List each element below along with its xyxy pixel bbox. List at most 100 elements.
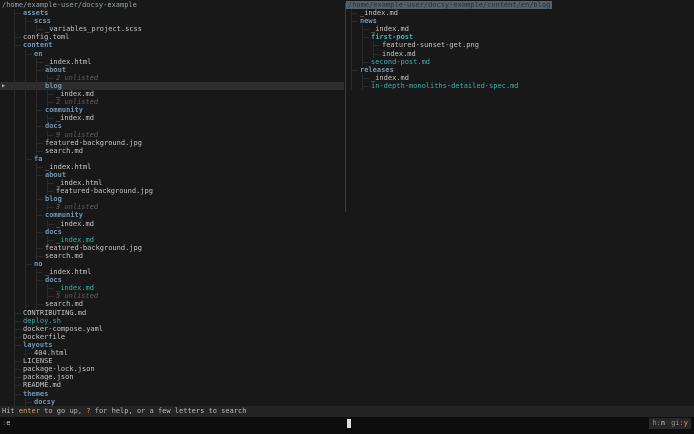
tree-guide	[25, 402, 32, 403]
tree-guide	[14, 385, 21, 386]
tree-row[interactable]: deploy.sh	[0, 317, 344, 325]
tree-row[interactable]: community	[0, 106, 344, 114]
tree-row[interactable]: news	[346, 17, 694, 25]
tree-guide	[47, 78, 54, 79]
text-cursor-icon[interactable]	[347, 419, 351, 428]
tree-row-label: layouts	[23, 341, 53, 349]
tree-row[interactable]: no	[0, 260, 344, 268]
tree-guide	[14, 195, 15, 203]
tree-row[interactable]: scss	[0, 17, 344, 25]
tree-row[interactable]: _index.md	[346, 9, 694, 17]
tree-row-label: package-lock.json	[23, 365, 95, 373]
tree-guide	[25, 147, 26, 155]
tree-row[interactable]: 3 unlisted	[0, 203, 344, 211]
tree-row[interactable]: featured-background.jpg	[0, 187, 344, 195]
tree-guide	[25, 171, 26, 179]
tree-guide	[47, 135, 54, 136]
tree-guide	[14, 45, 21, 46]
tree-row[interactable]: 404.html	[0, 349, 344, 357]
tree-row[interactable]: 9 unlisted	[0, 131, 344, 139]
tree-row-label: _index.md	[56, 236, 94, 244]
tree-guide	[14, 292, 15, 300]
tree-row[interactable]: _index.md	[0, 236, 344, 244]
tree-row[interactable]: 5 unlisted	[0, 292, 344, 300]
tree-row[interactable]: _index.md	[346, 74, 694, 82]
tree-row-label: _index.md	[56, 114, 94, 122]
tree-guide	[36, 187, 37, 195]
tree-row[interactable]: _index.md	[0, 284, 344, 292]
tree-row[interactable]: _index.html	[0, 179, 344, 187]
tree-row-label: first-post	[371, 33, 413, 41]
tree-guide	[25, 300, 26, 308]
tree-row[interactable]: config.toml	[0, 33, 344, 41]
tree-row[interactable]: search.md	[0, 300, 344, 308]
tree-row[interactable]: 2 unlisted	[0, 98, 344, 106]
tree-guide	[362, 50, 363, 58]
tree-row[interactable]: featured-background.jpg	[0, 244, 344, 252]
tree-row[interactable]: in-depth-monoliths-detailed-spec.md	[346, 82, 694, 90]
tree-row[interactable]: _index.md	[0, 220, 344, 228]
tree-guide	[25, 284, 26, 292]
tree-guide	[36, 151, 43, 152]
tree-row[interactable]: index.md	[346, 50, 694, 58]
tree-row[interactable]: _index.html	[0, 268, 344, 276]
tree-row[interactable]: ▶blog	[0, 82, 344, 90]
tree-row[interactable]: 2 unlisted	[0, 74, 344, 82]
tree-row[interactable]: docs	[0, 276, 344, 284]
tree-row[interactable]: _index.html	[0, 58, 344, 66]
tree-guide	[25, 58, 26, 66]
tree-row[interactable]: community	[0, 211, 344, 219]
tree-guide	[14, 179, 15, 187]
tree-row[interactable]: about	[0, 66, 344, 74]
tree-row[interactable]: fa	[0, 155, 344, 163]
tree-guide	[14, 122, 15, 130]
tree-guide	[351, 74, 352, 82]
tree-row-label: docs	[45, 228, 62, 236]
tree-row[interactable]: assets	[0, 9, 344, 17]
tree-row[interactable]: search.md	[0, 147, 344, 155]
tree-row[interactable]: README.md	[0, 381, 344, 389]
input-line[interactable]: :e h:ngi:y	[0, 417, 694, 434]
tree-row[interactable]: themes	[0, 390, 344, 398]
tree-row[interactable]: featured-sunset-get.png	[346, 41, 694, 49]
tree-row[interactable]: second-post.md	[346, 58, 694, 66]
tree-row[interactable]: CONTRIBUTING.md	[0, 309, 344, 317]
tree-guide	[14, 147, 15, 155]
tree-row[interactable]: about	[0, 171, 344, 179]
tree-row[interactable]: _index.md	[0, 90, 344, 98]
tree-row[interactable]: docs	[0, 228, 344, 236]
tree-row[interactable]: layouts	[0, 341, 344, 349]
tree-row[interactable]: search.md	[0, 252, 344, 260]
tree-row[interactable]: _index.md	[0, 114, 344, 122]
tree-guide	[351, 58, 352, 66]
left-input-value[interactable]: :e	[2, 419, 10, 428]
tree-row[interactable]: content	[0, 41, 344, 49]
right-panel-tree: _index.mdnews_index.mdfirst-postfeatured…	[346, 9, 694, 90]
tree-row[interactable]: blog	[0, 195, 344, 203]
tree-row[interactable]: en	[0, 50, 344, 58]
tree-row[interactable]: _index.md	[346, 25, 694, 33]
tree-row[interactable]: LICENSE	[0, 357, 344, 365]
tree-row-label: fa	[34, 155, 42, 163]
tree-row[interactable]: featured-background.jpg	[0, 139, 344, 147]
tree-row[interactable]: package.json	[0, 373, 344, 381]
tree-row[interactable]: Dockerfile	[0, 333, 344, 341]
tree-row[interactable]: docker-compose.yaml	[0, 325, 344, 333]
tree-row-label: docs	[45, 122, 62, 130]
tree-guide	[14, 37, 21, 38]
tree-row[interactable]: docs	[0, 122, 344, 130]
tree-guide	[36, 86, 43, 87]
tree-guide	[36, 248, 43, 249]
tree-guide	[14, 17, 15, 25]
tree-row[interactable]: docsy	[0, 398, 344, 406]
tree-row[interactable]: package-lock.json	[0, 365, 344, 373]
tree-row[interactable]: _index.html	[0, 163, 344, 171]
tree-guide	[47, 207, 54, 208]
tree-guide	[362, 41, 363, 49]
tree-row[interactable]: _variables_project.scss	[0, 25, 344, 33]
tree-guide	[36, 220, 37, 228]
tree-row[interactable]: first-post	[346, 33, 694, 41]
tree-guide	[14, 361, 21, 362]
tree-row[interactable]: releases	[346, 66, 694, 74]
tree-guide	[362, 78, 369, 79]
